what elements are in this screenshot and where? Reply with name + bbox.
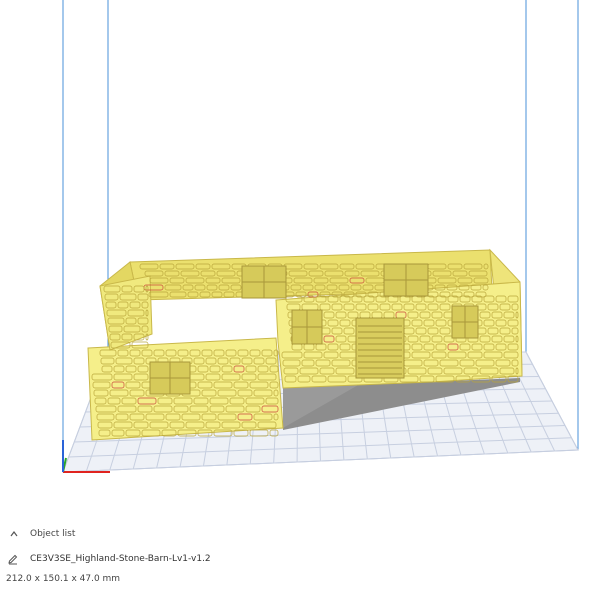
object-dimensions: 212.0 x 150.1 x 47.0 mm xyxy=(6,574,121,584)
3d-viewport[interactable] xyxy=(0,0,600,520)
chevron-up-icon[interactable] xyxy=(8,528,20,540)
object-list-item[interactable]: CE3V3SE_Highland-Stone-Barn-Lv1-v1.2 xyxy=(6,552,211,566)
object-list-panel: Object list CE3V3SE_Highland-Stone-Barn-… xyxy=(0,520,600,593)
pencil-icon[interactable] xyxy=(6,552,20,566)
scene-svg xyxy=(62,0,579,473)
object-list-label: Object list xyxy=(30,529,76,539)
barn-door xyxy=(355,317,405,379)
cura-window: Object list CE3V3SE_Highland-Stone-Barn-… xyxy=(0,0,600,593)
object-list-toggle[interactable]: Object list xyxy=(8,528,75,540)
object-name: CE3V3SE_Highland-Stone-Barn-Lv1-v1.2 xyxy=(30,554,211,564)
